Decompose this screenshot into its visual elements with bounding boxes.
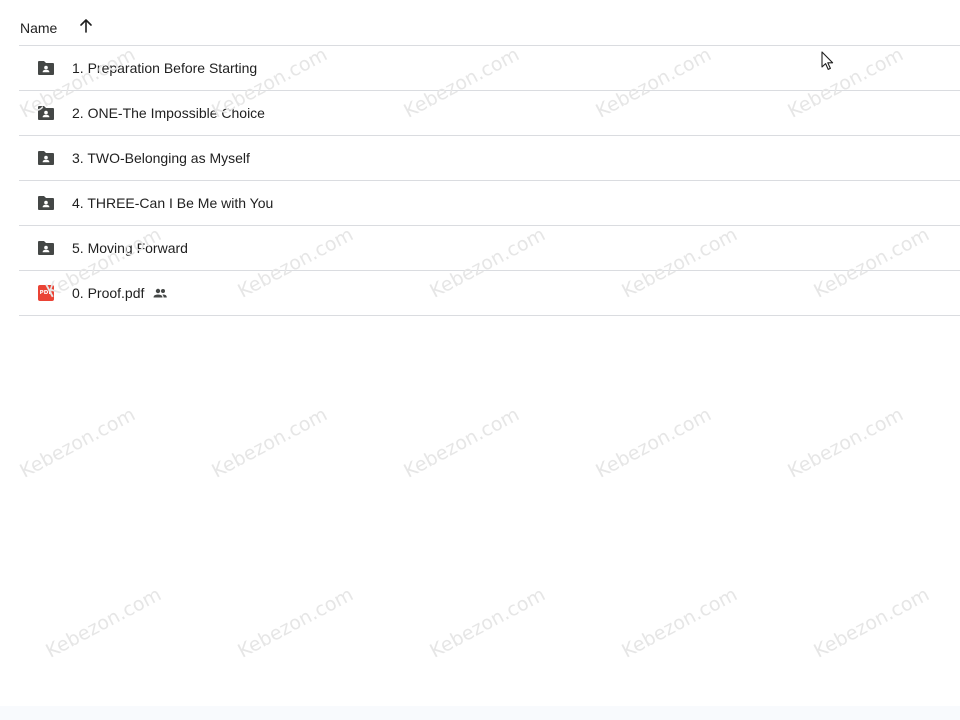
file-row-moving-forward[interactable]: 5. Moving Forward — [19, 226, 960, 271]
watermark: Kebezon.com — [42, 583, 165, 663]
watermark: Kebezon.com — [618, 583, 741, 663]
bottom-strip — [0, 706, 960, 720]
mouse-pointer-icon — [821, 51, 835, 71]
watermark: Kebezon.com — [400, 403, 523, 483]
pdf-badge: PDF — [38, 285, 54, 301]
file-name: 1. Preparation Before Starting — [72, 60, 258, 76]
arrow-up-icon[interactable] — [78, 18, 94, 34]
pdf-icon: PDF — [36, 283, 56, 303]
file-name: 2. ONE-The Impossible Choice — [72, 105, 265, 121]
shared-folder-icon — [36, 148, 56, 168]
file-row-proof-pdf[interactable]: PDF 0. Proof.pdf — [19, 271, 960, 316]
watermark: Kebezon.com — [592, 403, 715, 483]
file-row-preparation[interactable]: 1. Preparation Before Starting — [19, 46, 960, 91]
file-row-three[interactable]: 4. THREE-Can I Be Me with You — [19, 181, 960, 226]
file-list: Name 1. Preparation Before Starting 2. O… — [19, 0, 960, 316]
watermark: Kebezon.com — [784, 403, 907, 483]
watermark: Kebezon.com — [234, 583, 357, 663]
watermark: Kebezon.com — [208, 403, 331, 483]
file-list-page: Name 1. Preparation Before Starting 2. O… — [0, 0, 960, 720]
file-name: 0. Proof.pdf — [72, 285, 145, 301]
watermark: Kebezon.com — [16, 403, 139, 483]
shared-folder-icon — [36, 193, 56, 213]
file-name: 5. Moving Forward — [72, 240, 188, 256]
shared-folder-icon — [36, 58, 56, 78]
name-column-header[interactable]: Name — [20, 20, 57, 36]
file-row-one[interactable]: 2. ONE-The Impossible Choice — [19, 91, 960, 136]
file-row-two[interactable]: 3. TWO-Belonging as Myself — [19, 136, 960, 181]
shared-folder-icon — [36, 238, 56, 258]
watermark: Kebezon.com — [426, 583, 549, 663]
file-name: 4. THREE-Can I Be Me with You — [72, 195, 274, 211]
shared-folder-icon — [36, 103, 56, 123]
list-header: Name — [19, 0, 960, 46]
watermark: Kebezon.com — [810, 583, 933, 663]
shared-people-icon — [152, 285, 168, 301]
file-name: 3. TWO-Belonging as Myself — [72, 150, 250, 166]
